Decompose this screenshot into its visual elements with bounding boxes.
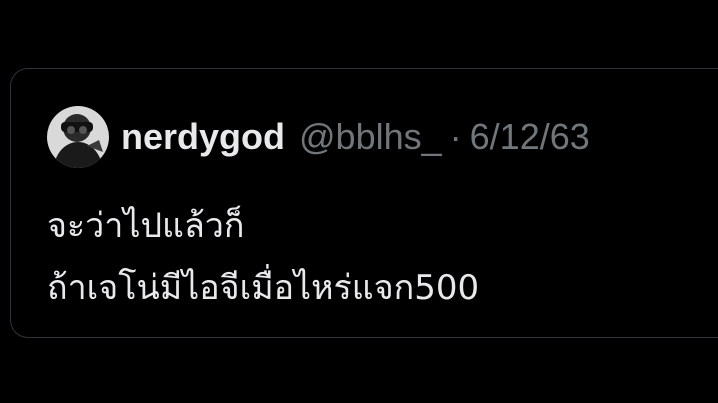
author-display-name[interactable]: nerdygod: [121, 116, 285, 158]
author-handle[interactable]: @bblhs_: [299, 116, 442, 158]
tweet-date[interactable]: 6/12/63: [470, 116, 590, 158]
separator-dot: ·: [449, 116, 462, 157]
tweet-text-line-1: จะว่าไปแล้วก็: [47, 206, 245, 246]
tweet-text: จะว่าไปแล้วก็ ถ้าเจโน่มีไอจีเมื่อไหร่แจก…: [47, 195, 707, 319]
tweet-header: nerdygod @bblhs_ · 6/12/63: [47, 105, 590, 169]
quoted-tweet-card[interactable]: nerdygod @bblhs_ · 6/12/63 จะว่าไปแล้วก็…: [10, 68, 718, 338]
avatar-photo-icon: [47, 106, 109, 168]
tweet-text-line-2: ถ้าเจโน่มีไอจีเมื่อไหร่แจก500: [47, 268, 480, 308]
avatar[interactable]: [47, 106, 109, 168]
